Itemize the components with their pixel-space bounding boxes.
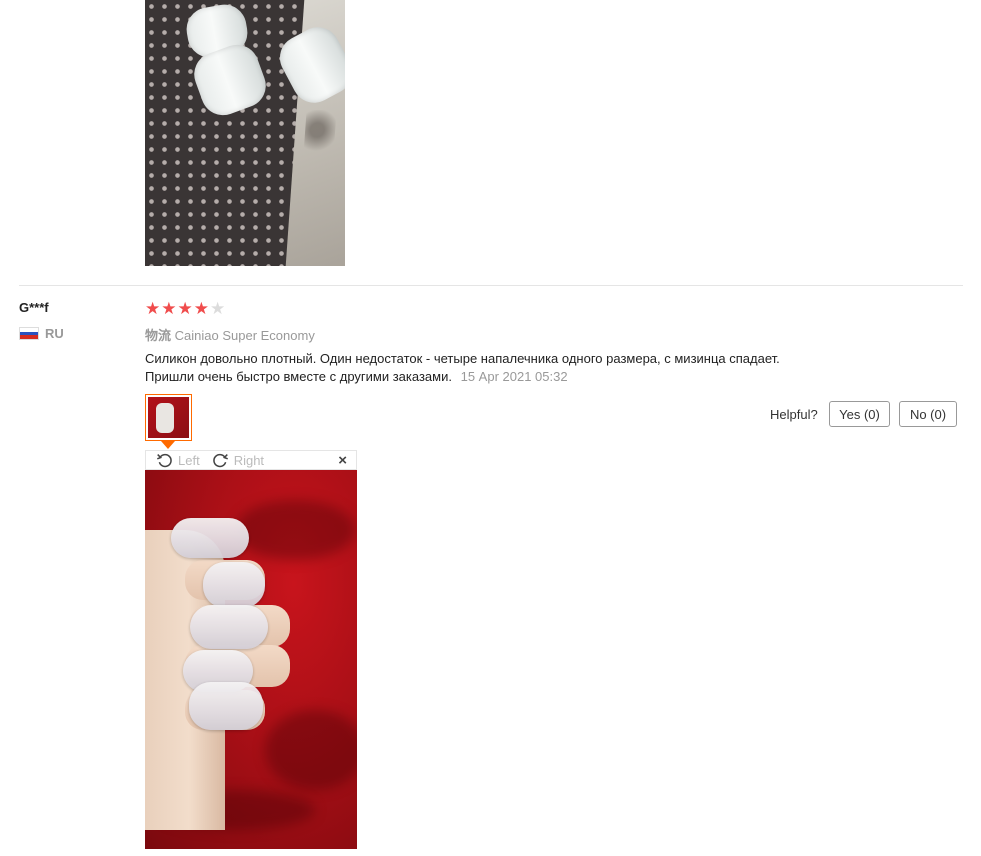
previous-review-photo[interactable] [145,0,345,266]
review-date: 15 Apr 2021 05:32 [460,369,568,384]
star-icon: ★ [161,299,177,318]
review-page: G***f RU ★ ★ ★ ★ ★ 物流 Cainiao Super Econ… [0,0,981,856]
reviewer-name: G***f [19,300,49,315]
review-text: Силикон довольно плотный. Один недостато… [145,350,865,386]
rotate-right-label: Right [233,452,265,468]
star-icon: ★ [177,299,193,318]
logistics-label: 物流 [145,328,172,343]
star-rating: ★ ★ ★ ★ ★ [145,299,225,318]
selected-thumbnail-indicator [161,441,175,449]
close-viewer-button[interactable]: × [338,452,347,469]
rotate-left-label: Left [178,452,200,468]
helpful-no-button[interactable]: No (0) [899,401,957,427]
star-icon: ★ [145,299,161,318]
helpful-label: Helpful? [770,407,818,422]
review-text-line: Силикон довольно плотный. Один недостато… [145,351,780,366]
rotate-left-button[interactable]: Left [156,452,200,469]
star-empty-icon: ★ [210,299,226,318]
logistics-value: Cainiao Super Economy [174,328,315,343]
rotate-right-icon [212,453,228,467]
reviewer-country: RU [19,326,64,341]
logistics-info: 物流 Cainiao Super Economy [145,325,315,344]
star-icon: ★ [193,299,209,318]
review-text-line: Пришли очень быстро вместе с другими зак… [145,369,452,384]
rotate-right-button[interactable]: Right [212,452,264,469]
russia-flag-icon [19,327,39,340]
review-photo-enlarged [145,470,357,849]
review-photo-thumbnail[interactable] [145,394,192,441]
photo-viewer-toolbar: Left Right × [145,450,357,470]
review-divider [19,285,963,286]
country-code: RU [45,326,64,341]
helpful-yes-button[interactable]: Yes (0) [829,401,890,427]
rotate-left-icon [157,453,172,467]
